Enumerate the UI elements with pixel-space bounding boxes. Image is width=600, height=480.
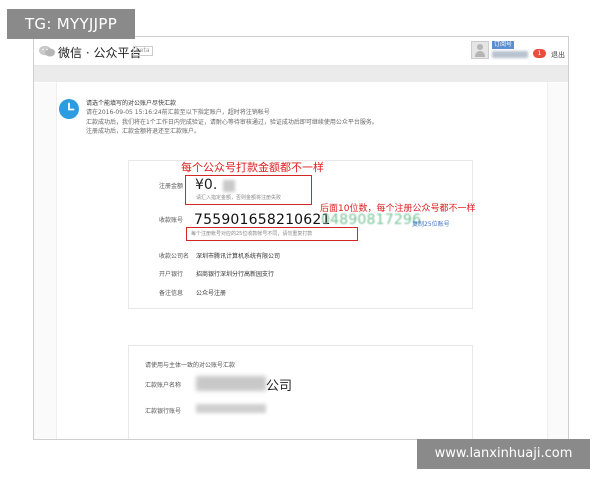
payer-heading: 请使用与主体一致的对公账号汇款 — [145, 362, 236, 369]
payer-bank-account-blurred — [196, 404, 266, 413]
memo-value: 公众号注册 — [196, 290, 227, 297]
brand-tag: beta — [133, 46, 153, 56]
notice-line-refund: 注册成功后，汇款金额将退还至汇款账户。 — [86, 128, 201, 135]
memo-label: 备注信息 — [159, 290, 184, 297]
avatar-body-icon — [475, 51, 485, 57]
account-number-suffix: 04890817296 — [321, 212, 422, 228]
account-label: 收款账号 — [159, 217, 184, 224]
brand-title[interactable]: 微信 · 公众平台 — [58, 44, 141, 61]
account-warning: 每个注册帐号对应的25位收款帐号不同，请勿重复打款 — [191, 231, 313, 237]
amount-annotation: 每个公众号打款金额都不一样 — [181, 161, 324, 174]
wechat-logo-icon — [39, 45, 55, 57]
amount-value: ¥0. — [195, 177, 218, 193]
amount-hint: 请汇入指定金额，否则金额将注册失败 — [196, 195, 282, 201]
payer-name-label: 汇款账户名称 — [145, 382, 182, 389]
bank-value: 招商银行深圳分行高新园支行 — [196, 271, 275, 278]
copy-account-link[interactable]: 复制25位账号 — [412, 219, 450, 228]
avatar-head-icon — [477, 44, 483, 50]
avatar[interactable] — [471, 41, 489, 59]
bank-label: 开户银行 — [159, 271, 184, 278]
notice-line-verify: 汇款成功后，我们将在1个工作日内完成验证，请耐心等待审核通过，验证成功后即可继续… — [86, 119, 378, 126]
tg-overlay-label: TG: MYYJJPP — [7, 9, 135, 39]
payer-bank-account-label: 汇款银行账号 — [145, 408, 182, 415]
notification-count-badge[interactable]: 1 — [533, 49, 546, 58]
notice-line-deadline: 请在2016-09-05 15:16:24前汇款至以下指定账户，超时将注销帐号 — [86, 109, 270, 116]
account-name-blurred[interactable] — [492, 51, 528, 58]
nav-strip — [34, 66, 568, 82]
logout-link[interactable]: 退出 — [551, 50, 565, 60]
payer-name-blurred — [196, 376, 266, 391]
account-type-badge: 订阅号 — [492, 41, 515, 49]
site-watermark: www.lanxinhuaji.com — [417, 439, 590, 469]
amount-digits-blurred — [223, 180, 235, 192]
company-label: 收款公司名 — [159, 253, 190, 260]
payer-name-suffix: 公司 — [266, 379, 293, 394]
top-bar: 微信 · 公众平台 beta 订阅号 1 退出 — [34, 37, 568, 66]
clock-icon — [59, 99, 79, 119]
company-value: 深圳市腾讯计算机系统有限公司 — [196, 253, 281, 260]
notice-title: 请选个能填写的对公账户尽快汇款 — [86, 100, 177, 107]
account-number-prefix: 755901658210621 — [194, 212, 331, 228]
amount-label: 注册金额 — [159, 183, 184, 190]
